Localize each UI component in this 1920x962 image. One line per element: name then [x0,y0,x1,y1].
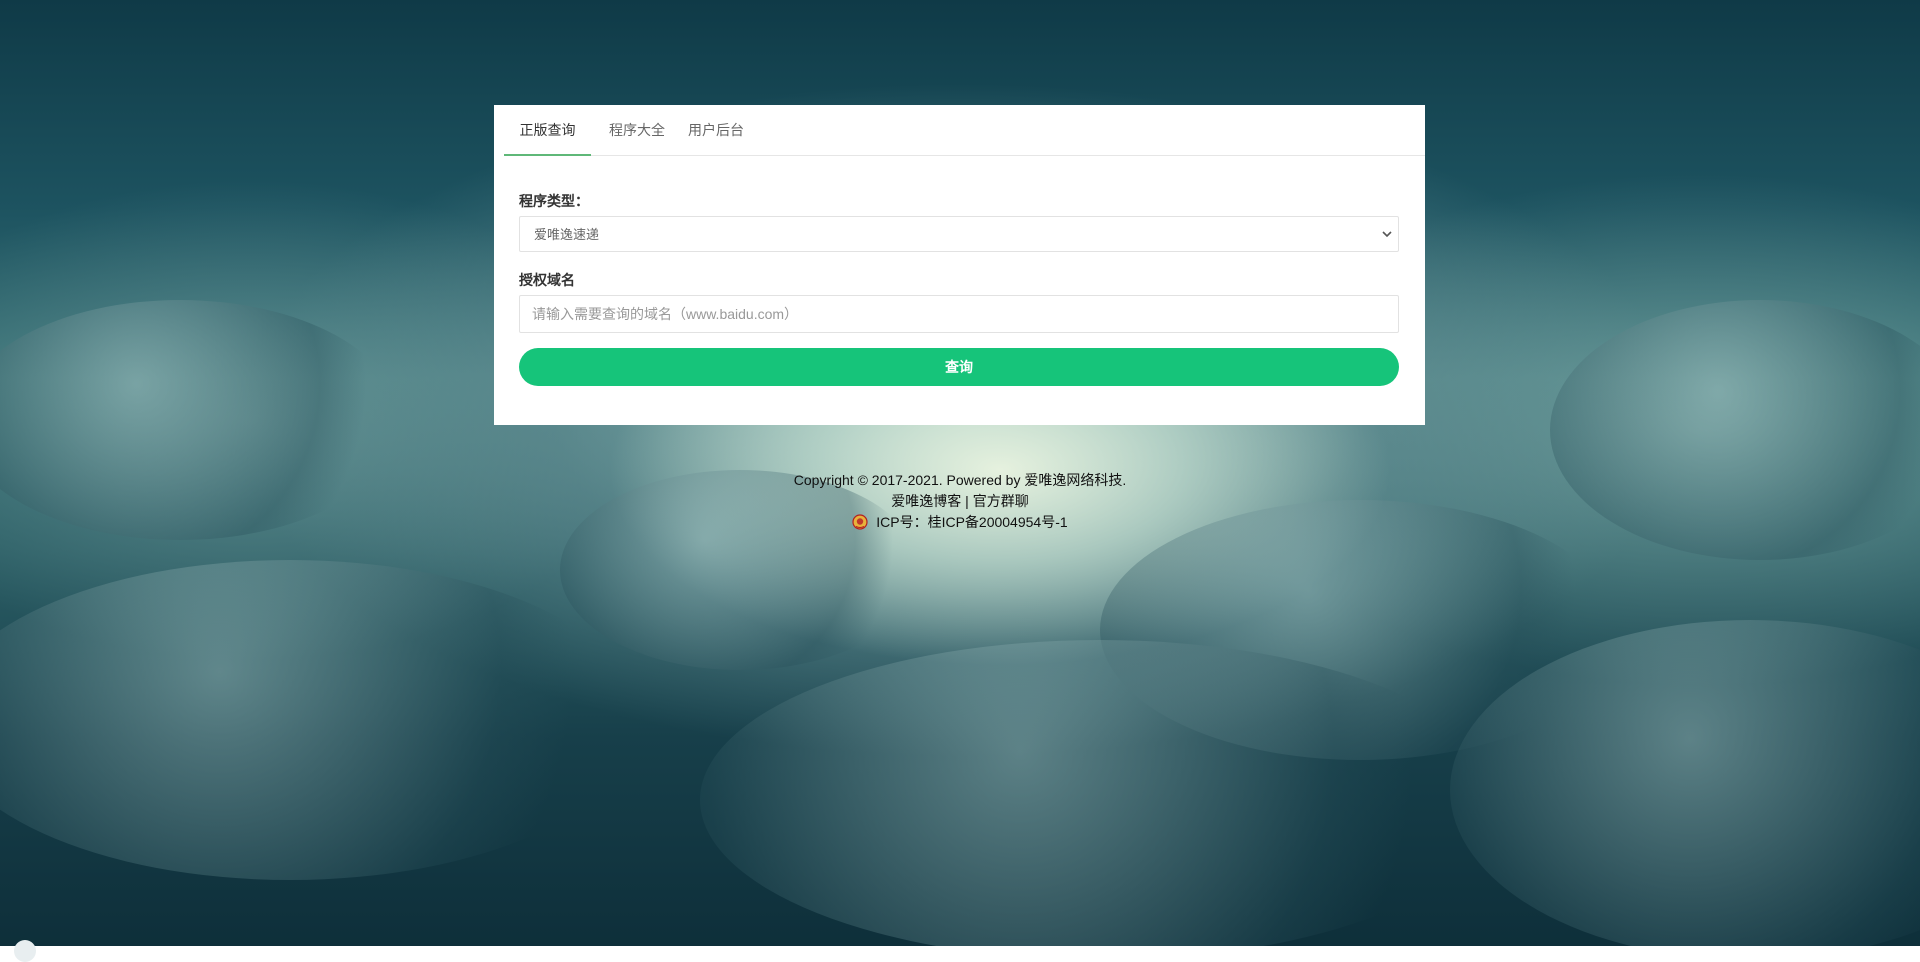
tab-user-backend[interactable]: 用户后台 [686,105,746,155]
footer: Copyright © 2017-2021. Powered by 爱唯逸网络科… [0,470,1920,533]
query-button[interactable]: 查询 [519,348,1399,386]
footer-separator: | [965,493,969,509]
cloud-shape [700,640,1500,946]
program-type-value: 爱唯逸速递 [534,227,600,242]
police-badge-icon [852,514,868,530]
cloud-shape [0,560,640,880]
program-type-select[interactable]: 爱唯逸速递 [519,216,1399,252]
tab-genuine-query[interactable]: 正版查询 [504,105,591,156]
tab-bar: 正版查询 程序大全 用户后台 [504,105,1425,156]
group-chat-link[interactable]: 官方群聊 [973,493,1029,509]
icp-link[interactable]: ICP号：桂ICP备20004954号-1 [876,514,1067,530]
chevron-down-icon [1382,231,1392,238]
tab-program-list[interactable]: 程序大全 [607,105,667,155]
domain-input[interactable] [519,295,1399,333]
blog-link[interactable]: 爱唯逸博客 [891,493,961,509]
query-panel: 正版查询 程序大全 用户后台 程序类型： 爱唯逸速递 授权域名 查询 [494,105,1425,425]
floating-button[interactable] [14,940,36,962]
icp-line: ICP号：桂ICP备20004954号-1 [0,512,1920,533]
copyright-text: Copyright © 2017-2021. Powered by 爱唯逸网络科… [793,472,1127,488]
program-type-label: 程序类型： [519,193,589,209]
footer-links: 爱唯逸博客 | 官方群聊 [0,491,1920,512]
domain-label: 授权域名 [519,272,575,288]
